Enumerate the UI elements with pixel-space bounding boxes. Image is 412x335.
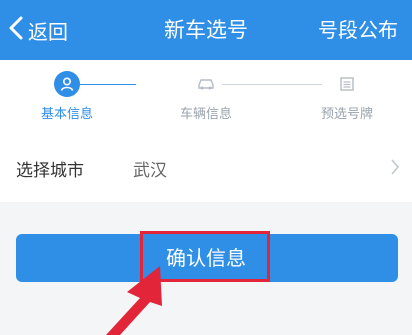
step-indicator: 基本信息 车辆信息 预选号牌 bbox=[0, 60, 412, 132]
city-selector[interactable]: 选择城市 武汉 bbox=[0, 132, 412, 202]
step-3-circle bbox=[334, 71, 360, 97]
city-label: 选择城市 bbox=[16, 161, 84, 181]
user-icon bbox=[60, 77, 74, 91]
step-connector-1 bbox=[80, 84, 136, 85]
step-3-label: 预选号牌 bbox=[320, 107, 373, 122]
step-2-label: 车辆信息 bbox=[179, 107, 232, 122]
annotation-arrow bbox=[106, 266, 162, 335]
car-icon bbox=[198, 79, 214, 90]
navigation-bar: 返回 新车选号 号段公布 bbox=[0, 0, 412, 60]
step-1-circle bbox=[54, 71, 80, 97]
step-1-label: 基本信息 bbox=[40, 107, 93, 122]
step-2-circle bbox=[193, 71, 219, 97]
city-value: 武汉 bbox=[133, 161, 167, 181]
chevron-right-icon bbox=[391, 159, 400, 175]
step-connector-2 bbox=[222, 84, 322, 85]
segment-announcement-link[interactable]: 号段公布 bbox=[318, 14, 398, 46]
license-plate-icon bbox=[340, 77, 354, 91]
